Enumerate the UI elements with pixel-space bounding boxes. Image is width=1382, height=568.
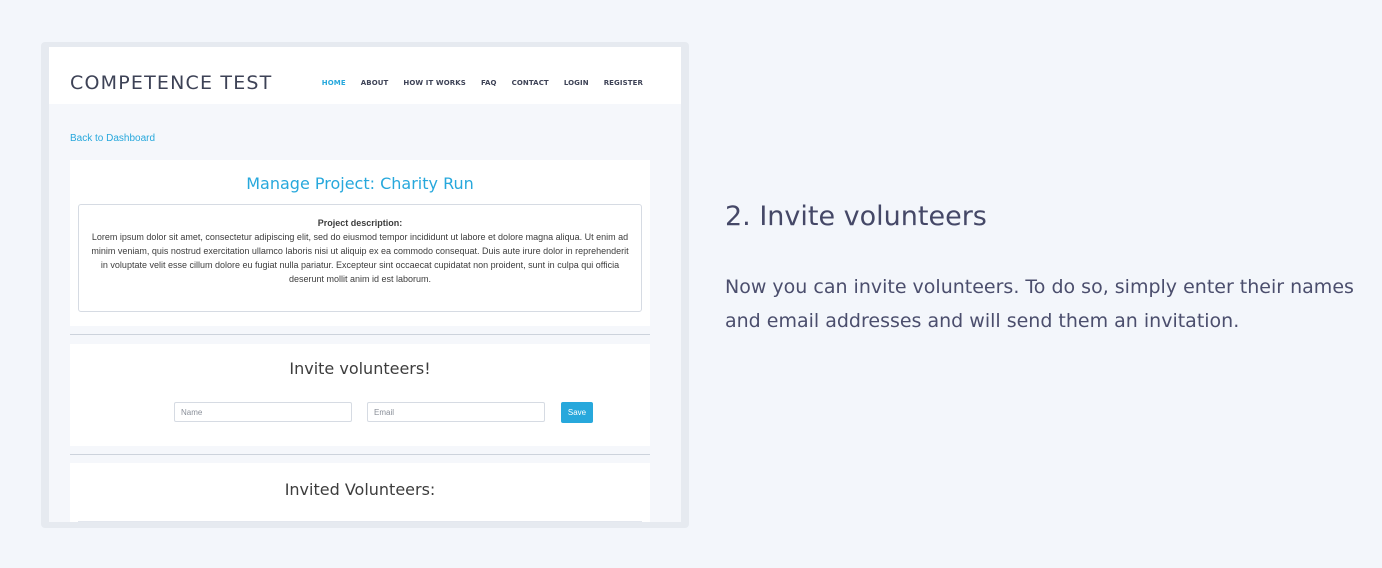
project-card: Manage Project: Charity Run Project desc… [70, 160, 650, 326]
project-title: Manage Project: Charity Run [246, 174, 474, 193]
project-description-box: Project description: Lorem ipsum dolor s… [78, 204, 642, 312]
project-description-text: Lorem ipsum dolor sit amet, consectetur … [91, 232, 629, 284]
invited-list-divider [78, 521, 642, 522]
section-divider [70, 454, 650, 455]
nav-register[interactable]: REGISTER [604, 79, 643, 87]
section-divider [70, 334, 650, 335]
site-logo[interactable]: COMPETENCE TEST [70, 71, 273, 95]
save-button[interactable]: Save [561, 402, 593, 423]
main-nav: HOME ABOUT HOW IT WORKS FAQ CONTACT LOGI… [322, 79, 643, 87]
nav-home[interactable]: HOME [322, 79, 346, 87]
volunteer-email-input[interactable] [367, 402, 545, 422]
step-title: 2. Invite volunteers [725, 201, 987, 232]
back-to-dashboard-link[interactable]: Back to Dashboard [70, 133, 155, 144]
nav-how-it-works[interactable]: HOW IT WORKS [403, 79, 466, 87]
invite-card: Invite volunteers! Save [70, 344, 650, 446]
nav-faq[interactable]: FAQ [481, 79, 497, 87]
app-screenshot: COMPETENCE TEST HOME ABOUT HOW IT WORKS … [49, 47, 681, 522]
nav-contact[interactable]: CONTACT [512, 79, 549, 87]
invited-volunteers-title: Invited Volunteers: [284, 480, 436, 499]
screenshot-frame: COMPETENCE TEST HOME ABOUT HOW IT WORKS … [41, 42, 689, 528]
volunteer-name-input[interactable] [174, 402, 352, 422]
site-header: COMPETENCE TEST HOME ABOUT HOW IT WORKS … [49, 47, 681, 104]
step-description: Now you can invite volunteers. To do so,… [725, 276, 1354, 332]
project-description-heading: Project description: [317, 218, 403, 228]
nav-login[interactable]: LOGIN [564, 79, 589, 87]
nav-about[interactable]: ABOUT [361, 79, 389, 87]
invite-title: Invite volunteers! [289, 359, 431, 378]
invited-volunteers-card: Invited Volunteers: [70, 463, 650, 522]
